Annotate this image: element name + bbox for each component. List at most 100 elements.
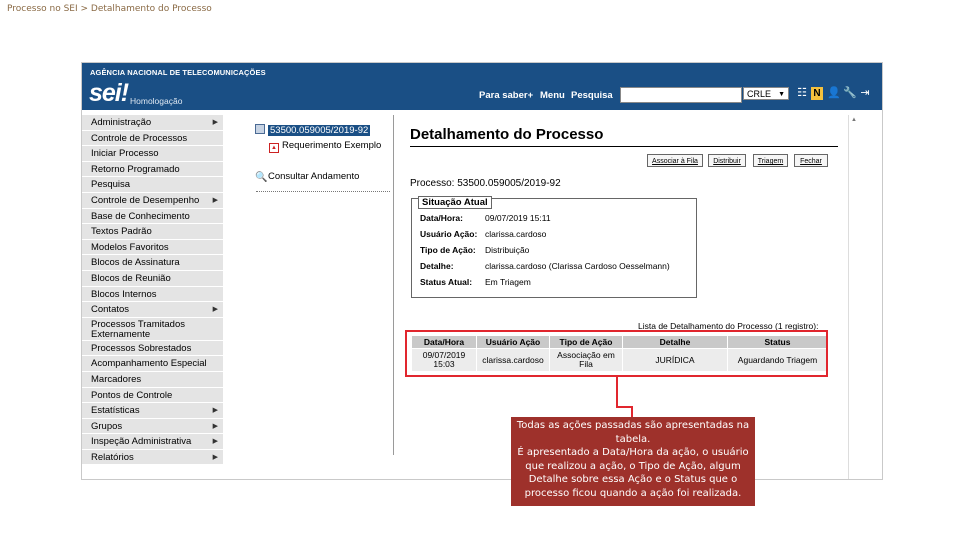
field-label: Tipo de Ação: (420, 245, 476, 255)
scrollbar[interactable]: ▲ (848, 115, 859, 479)
field-status-atual: Status Atual: Em Triagem (420, 277, 531, 287)
sidebar-item-label: Grupos (91, 420, 123, 432)
sidebar-item-retorno-programado[interactable]: Retorno Programado (82, 161, 223, 178)
chevron-right-icon: ▶ (212, 422, 218, 430)
sidebar-item-processos-sobrestados[interactable]: Processos Sobrestados (82, 340, 223, 357)
breadcrumb: Processo no SEI > Detalhamento do Proces… (7, 4, 212, 14)
exit-icon[interactable]: ⇥ (859, 87, 871, 100)
user-icon[interactable]: 👤 (827, 87, 841, 100)
sidebar-item-blocos-internos[interactable]: Blocos Internos (82, 286, 223, 303)
field-label: Detalhe: (420, 261, 454, 271)
chevron-right-icon: ▶ (212, 119, 218, 126)
situacao-atual-box: Situação Atual Data/Hora: 09/07/2019 15:1… (411, 196, 697, 298)
chevron-right-icon: ▶ (212, 306, 218, 314)
sidebar-item-controle-desempenho[interactable]: Controle de Desempenho ▶ (82, 192, 223, 209)
sidebar-item-label: Blocos de Reunião (91, 272, 171, 284)
sidebar-item-label: Processos Tramitados Externamente (91, 318, 185, 340)
sidebar-item-grupos[interactable]: Grupos ▶ (82, 418, 223, 435)
field-label: Usuário Ação: (420, 229, 478, 239)
menu-icon[interactable]: ☷ (796, 87, 808, 100)
sidebar-item-label: Modelos Favoritos (91, 241, 169, 253)
sidebar-item-label: Processos Sobrestados (91, 342, 192, 354)
process-tree: 53500.059005/2019-92 ▲ Requerimento Exemp… (245, 115, 394, 455)
field-value: Distribuição (485, 245, 530, 255)
field-usuario-acao: Usuário Ação: clarissa.cardoso (420, 229, 546, 239)
sidebar-item-label: Pontos de Controle (91, 389, 173, 401)
page-title: Detalhamento do Processo (410, 126, 604, 143)
situacao-atual-legend: Situação Atual (418, 196, 492, 209)
consultar-andamento-link[interactable]: 🔍Consultar Andamento (255, 171, 359, 183)
sidebar-item-processos-tramitados[interactable]: Processos Tramitados Externamente (82, 317, 223, 341)
sidebar-item-label: Relatórios (91, 451, 134, 463)
distribuir-button[interactable]: Distribuir (708, 154, 746, 167)
link-pesquisa[interactable]: Pesquisa (571, 90, 613, 101)
tree-document-node[interactable]: ▲ Requerimento Exemplo (269, 140, 381, 153)
sidebar-item-pesquisa[interactable]: Pesquisa (82, 177, 223, 193)
chevron-right-icon: ▶ (212, 453, 218, 461)
sidebar-item-label: Iniciar Processo (91, 148, 159, 160)
sidebar-item-label: Retorno Programado (91, 163, 180, 175)
sidebar-item-blocos-assinatura[interactable]: Blocos de Assinatura (82, 255, 223, 271)
process-line: Processo: 53500.059005/2019-92 (410, 178, 561, 189)
field-value: clarissa.cardoso (Clarissa Cardoso Oesse… (485, 261, 670, 271)
sidebar-menu: Administração ▶ Controle de Processos Ini… (82, 115, 223, 466)
field-value: clarissa.cardoso (485, 229, 547, 239)
sidebar-item-label: Textos Padrão (91, 226, 152, 238)
sidebar-item-label: Base de Conhecimento (91, 210, 190, 222)
field-value: Em Triagem (485, 277, 531, 287)
sidebar-item-estatisticas[interactable]: Estatísticas ▶ (82, 403, 223, 419)
sidebar-item-blocos-reuniao[interactable]: Blocos de Reunião (82, 270, 223, 287)
link-menu[interactable]: Menu (540, 90, 565, 101)
callout-connector (616, 376, 618, 408)
process-label: Processo: (410, 178, 455, 189)
triagem-button[interactable]: Triagem (753, 154, 788, 167)
sidebar-item-textos-padrao[interactable]: Textos Padrão (82, 224, 223, 240)
sidebar-item-contatos[interactable]: Contatos ▶ (82, 302, 223, 318)
tree-process-node[interactable]: 53500.059005/2019-92 (255, 124, 371, 136)
associar-fila-button[interactable]: Associar à Fila (647, 154, 703, 167)
annotation-callout: Todas as ações passadas são apresentadas… (511, 417, 755, 506)
search-input[interactable] (620, 87, 742, 103)
sidebar-item-administracao[interactable]: Administração ▶ (82, 115, 223, 131)
unit-select[interactable]: CRLE ▼ (743, 87, 789, 100)
sidebar-item-base-conhecimento[interactable]: Base de Conhecimento (82, 208, 223, 225)
field-value: 09/07/2019 15:11 (485, 213, 551, 223)
chevron-right-icon: ▶ (212, 196, 218, 204)
folder-icon (255, 124, 265, 134)
magnifier-icon: 🔍 (255, 172, 268, 183)
tools-icon[interactable]: 🔧 (843, 87, 857, 100)
chevron-right-icon: ▶ (212, 438, 218, 446)
scroll-up-icon[interactable]: ▲ (851, 117, 857, 123)
sidebar-item-marcadores[interactable]: Marcadores (82, 371, 223, 388)
sidebar-item-label: Blocos Internos (91, 288, 157, 300)
table-highlight-box (405, 330, 828, 377)
tree-process-number: 53500.059005/2019-92 (268, 125, 371, 136)
field-label: Data/Hora: (420, 213, 463, 223)
agency-name: AGÊNCIA NACIONAL DE TELECOMUNICAÇÕES (90, 68, 266, 77)
sidebar-item-label: Contatos (91, 304, 130, 316)
fechar-button[interactable]: Fechar (794, 154, 828, 167)
notes-icon[interactable]: N (811, 87, 823, 100)
tree-document-label: Requerimento Exemplo (282, 140, 382, 151)
sidebar-item-label: Administração (91, 117, 152, 128)
sidebar-item-label: Acompanhamento Especial (91, 358, 207, 370)
tree-divider (256, 191, 390, 192)
sei-logo[interactable]: sei! (89, 79, 129, 108)
sidebar-item-inspecao[interactable]: Inspeção Administrativa ▶ (82, 434, 223, 450)
sidebar-item-relatorios[interactable]: Relatórios ▶ (82, 449, 223, 466)
sidebar-item-label: Controle de Desempenho (91, 194, 200, 206)
sei-window: AGÊNCIA NACIONAL DE TELECOMUNICAÇÕES sei… (81, 62, 883, 480)
sidebar-item-pontos-controle[interactable]: Pontos de Controle (82, 387, 223, 404)
sidebar-item-acompanhamento-especial[interactable]: Acompanhamento Especial (82, 356, 223, 372)
unit-select-value: CRLE (747, 89, 772, 99)
sidebar-item-label: Blocos de Assinatura (91, 257, 180, 269)
field-label: Status Atual: (420, 277, 473, 287)
sidebar-item-controle-processos[interactable]: Controle de Processos (82, 130, 223, 147)
sidebar-item-iniciar-processo[interactable]: Iniciar Processo (82, 146, 223, 162)
field-detalhe: Detalhe: clarissa.cardoso (Clarissa Cardo… (420, 261, 670, 271)
sidebar-item-modelos-favoritos[interactable]: Modelos Favoritos (82, 239, 223, 256)
process-number: 53500.059005/2019-92 (457, 178, 561, 189)
top-bar: AGÊNCIA NACIONAL DE TELECOMUNICAÇÕES sei… (82, 63, 882, 110)
consultar-andamento-label: Consultar Andamento (268, 171, 360, 182)
link-para-saber-mais[interactable]: Para saber+ (479, 90, 533, 101)
